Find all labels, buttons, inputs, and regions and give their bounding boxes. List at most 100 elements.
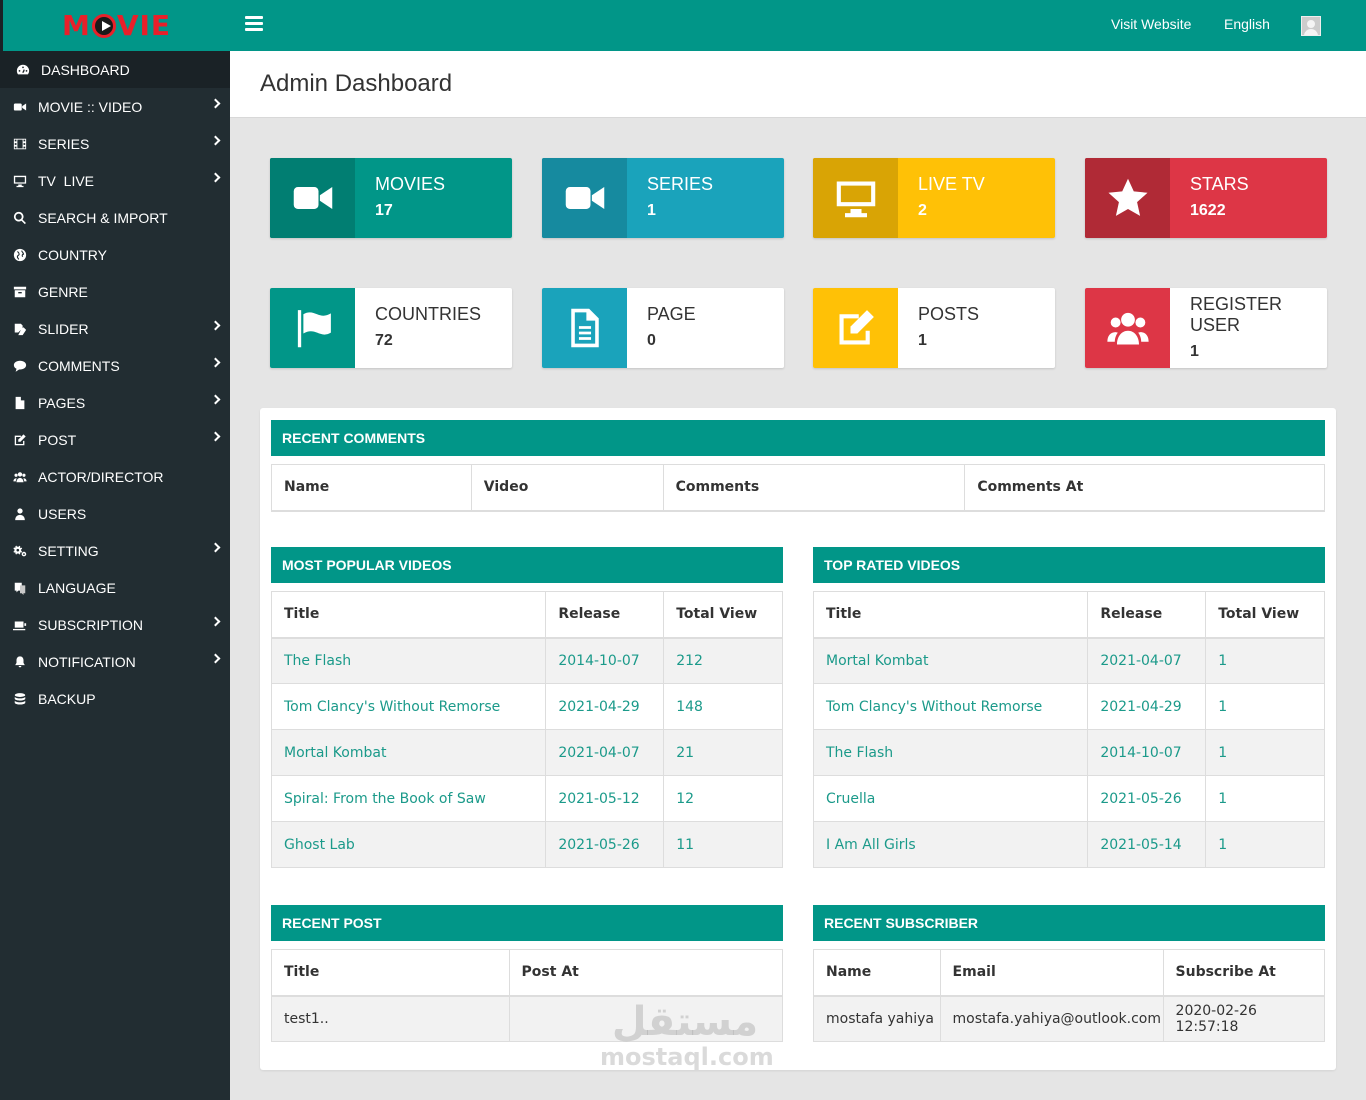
sidebar-item-notification[interactable]: NOTIFICATION bbox=[0, 643, 230, 680]
table-row[interactable]: Spiral: From the Book of Saw 2021-05-12 12 bbox=[270, 775, 783, 822]
column-header[interactable]: Title bbox=[812, 591, 1089, 639]
stat-card-movies[interactable]: MOVIES 17 bbox=[270, 158, 512, 238]
popular-videos-table: Title Release Total View The Flash 2014-10-0… bbox=[270, 591, 783, 868]
app-logo[interactable]: M VIE bbox=[62, 9, 171, 42]
stat-card-live-tv[interactable]: LIVE TV 2 bbox=[813, 158, 1055, 238]
sidebar-item-pages[interactable]: PAGES bbox=[0, 384, 230, 421]
sidebar-item-subscription[interactable]: SUBSCRIPTION bbox=[0, 606, 230, 643]
monitor-icon bbox=[13, 174, 27, 188]
top-rated-videos-table: Title Release Total View Mortal Kombat 2021-… bbox=[812, 591, 1325, 868]
table-header-row: Title Post At bbox=[271, 949, 784, 997]
table-row[interactable]: Tom Clancy's Without Remorse 2021-04-29 14… bbox=[270, 683, 783, 730]
table-cell: mostafa yahiya bbox=[813, 995, 941, 1042]
menu-toggle-icon[interactable] bbox=[245, 16, 263, 32]
stat-card-page[interactable]: PAGE 0 bbox=[542, 288, 784, 368]
sidebar-item-label: NOTIFICATION bbox=[38, 653, 136, 670]
column-header[interactable]: Release bbox=[545, 591, 665, 639]
sidebar-item-users[interactable]: USERS bbox=[0, 495, 230, 532]
monitor-icon bbox=[813, 158, 898, 238]
logo-box[interactable]: M VIE bbox=[0, 0, 230, 51]
sidebar-item-label: SETTING bbox=[38, 542, 99, 559]
sidebar-item-actor-director[interactable]: ACTOR/DIRECTOR bbox=[0, 458, 230, 495]
table-cell[interactable]: The Flash bbox=[270, 637, 547, 684]
subscription-icon bbox=[13, 618, 27, 632]
table-cell[interactable]: Mortal Kombat bbox=[812, 637, 1089, 684]
column-header[interactable]: Subscribe At bbox=[1162, 949, 1326, 997]
sidebar-item-series[interactable]: SERIES bbox=[0, 125, 230, 162]
table-cell[interactable]: Tom Clancy's Without Remorse bbox=[812, 683, 1089, 730]
play-icon bbox=[91, 13, 116, 38]
table-cell: 2021-05-26 bbox=[1087, 775, 1207, 822]
cogs-icon bbox=[13, 544, 27, 558]
sidebar-item-search-import[interactable]: SEARCH & IMPORT bbox=[0, 199, 230, 236]
table-cell[interactable]: The Flash bbox=[812, 729, 1089, 776]
sliders-icon bbox=[13, 322, 27, 336]
sidebar-item-label: PAGES bbox=[38, 394, 86, 411]
sidebar-item-setting[interactable]: SETTING bbox=[0, 532, 230, 569]
column-header[interactable]: Post At bbox=[508, 949, 784, 997]
sidebar-item-slider[interactable]: SLIDER bbox=[0, 310, 230, 347]
language-dropdown[interactable]: English bbox=[1224, 16, 1270, 32]
table-row[interactable]: The Flash 2014-10-07 212 bbox=[270, 637, 783, 684]
column-header[interactable]: Comments At bbox=[964, 464, 1325, 512]
table-row[interactable]: Mortal Kombat 2021-04-07 1 bbox=[812, 637, 1325, 684]
column-header[interactable]: Email bbox=[939, 949, 1164, 997]
stat-value: 1 bbox=[918, 332, 927, 349]
stat-label: POSTS bbox=[918, 304, 980, 324]
sidebar-item-country[interactable]: COUNTRY bbox=[0, 236, 230, 273]
table-cell[interactable]: Mortal Kombat bbox=[270, 729, 547, 776]
sidebar-item-movie-video[interactable]: MOVIE :: VIDEO bbox=[0, 88, 230, 125]
chevron-right-icon bbox=[210, 357, 221, 368]
table-row[interactable]: The Flash 2014-10-07 1 bbox=[812, 729, 1325, 776]
column-header[interactable]: Title bbox=[271, 949, 510, 997]
table-row[interactable]: Tom Clancy's Without Remorse 2021-04-29 1 bbox=[812, 683, 1325, 730]
column-header[interactable]: Name bbox=[271, 464, 472, 512]
table-cell[interactable]: I Am All Girls bbox=[812, 821, 1089, 868]
stat-card-register-user[interactable]: REGISTER USER 1 bbox=[1085, 288, 1327, 368]
table-row[interactable]: Ghost Lab 2021-05-26 11 bbox=[270, 821, 783, 868]
column-header[interactable]: Comments bbox=[662, 464, 966, 512]
stat-label: LIVE TV bbox=[918, 174, 985, 194]
table-row[interactable]: Mortal Kombat 2021-04-07 21 bbox=[270, 729, 783, 776]
star-icon bbox=[1085, 158, 1170, 238]
table-cell: 2020-02-26 12:57:18 bbox=[1162, 995, 1326, 1042]
sidebar-item-genre[interactable]: GENRE bbox=[0, 273, 230, 310]
table-cell[interactable]: Spiral: From the Book of Saw bbox=[270, 775, 547, 822]
table-cell: 2021-04-29 bbox=[545, 683, 665, 730]
table-cell: 1 bbox=[1205, 637, 1325, 684]
sidebar-item-dashboard[interactable]: DASHBOARD bbox=[0, 51, 230, 88]
visit-website-link[interactable]: Visit Website bbox=[1111, 16, 1191, 32]
sidebar-item-language[interactable]: LANGUAGE bbox=[0, 569, 230, 606]
sidebar-item-label: ACTOR/DIRECTOR bbox=[38, 468, 164, 485]
table-cell[interactable]: Cruella bbox=[812, 775, 1089, 822]
column-header[interactable]: Title bbox=[270, 591, 547, 639]
table-row[interactable]: Cruella 2021-05-26 1 bbox=[812, 775, 1325, 822]
sidebar-item-label: DASHBOARD bbox=[41, 61, 130, 78]
stat-card-stars[interactable]: STARS 1622 bbox=[1085, 158, 1327, 238]
column-header[interactable]: Name bbox=[813, 949, 941, 997]
sidebar-item-label: SEARCH & IMPORT bbox=[38, 209, 168, 226]
sidebar-item-backup[interactable]: BACKUP bbox=[0, 680, 230, 717]
column-header[interactable]: Release bbox=[1087, 591, 1207, 639]
chevron-right-icon bbox=[210, 616, 221, 627]
table-row[interactable]: mostafa yahiya mostafa.yahiya@outlook.com… bbox=[813, 995, 1326, 1042]
sidebar-item-post[interactable]: POST bbox=[0, 421, 230, 458]
table-cell[interactable]: Tom Clancy's Without Remorse bbox=[270, 683, 547, 730]
column-header[interactable]: Total View bbox=[1205, 591, 1325, 639]
table-row[interactable]: I Am All Girls 2021-05-14 1 bbox=[812, 821, 1325, 868]
stat-card-series[interactable]: SERIES 1 bbox=[542, 158, 784, 238]
sidebar-item-comments[interactable]: COMMENTS bbox=[0, 347, 230, 384]
column-header[interactable]: Total View bbox=[663, 591, 783, 639]
stat-card-posts[interactable]: POSTS 1 bbox=[813, 288, 1055, 368]
chevron-right-icon bbox=[210, 172, 221, 183]
database-icon bbox=[13, 692, 27, 706]
sidebar-item-label: TV LIVE bbox=[38, 172, 95, 189]
comment-icon bbox=[13, 359, 27, 373]
stat-card-countries[interactable]: COUNTRIES 72 bbox=[270, 288, 512, 368]
archive-icon bbox=[13, 285, 27, 299]
user-avatar[interactable] bbox=[1301, 16, 1321, 36]
stat-label: PAGE bbox=[647, 304, 696, 324]
column-header[interactable]: Video bbox=[470, 464, 664, 512]
sidebar-item-tv-live[interactable]: TV LIVE bbox=[0, 162, 230, 199]
table-cell[interactable]: Ghost Lab bbox=[270, 821, 547, 868]
